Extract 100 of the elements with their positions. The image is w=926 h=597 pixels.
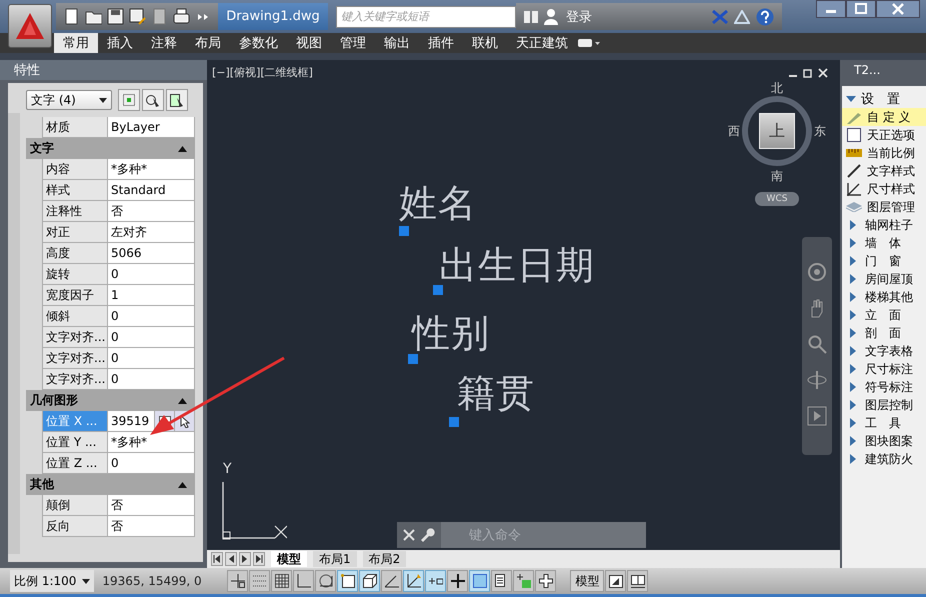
object-snap-toggle[interactable] bbox=[337, 570, 358, 592]
ribbon-tab[interactable]: 插入 bbox=[98, 33, 142, 53]
category-item[interactable]: 尺寸标注 bbox=[842, 360, 926, 378]
collapse-button[interactable] bbox=[178, 398, 187, 404]
help-icon[interactable] bbox=[756, 8, 774, 26]
category-item[interactable]: 房间屋顶 bbox=[842, 270, 926, 288]
property-label[interactable]: 位置 Z ... bbox=[42, 453, 108, 474]
minimize-button[interactable] bbox=[816, 0, 846, 18]
category-item[interactable]: 剖 面 bbox=[842, 324, 926, 342]
ribbon-tab[interactable]: 插件 bbox=[419, 33, 463, 53]
layout-tab[interactable]: 布局1 bbox=[313, 551, 357, 567]
triangle-icon[interactable] bbox=[734, 10, 750, 24]
selection-cycling-toggle[interactable] bbox=[513, 570, 534, 592]
tool-item[interactable]: 自 定 义 bbox=[842, 108, 926, 126]
command-input-field[interactable]: 键入命令 bbox=[441, 522, 646, 548]
printer-button[interactable] bbox=[172, 8, 190, 26]
ribbon-tab[interactable]: 天正建筑 bbox=[507, 33, 577, 53]
property-label[interactable]: 文字对齐... bbox=[42, 327, 108, 348]
category-item[interactable]: 墙 体 bbox=[842, 234, 926, 252]
property-label[interactable]: 对正 bbox=[42, 222, 108, 243]
transparency-toggle[interactable] bbox=[469, 570, 490, 592]
ribbon-tab[interactable]: 视图 bbox=[287, 33, 331, 53]
snap-toggle[interactable] bbox=[227, 570, 248, 592]
ribbon-tab[interactable]: 布局 bbox=[186, 33, 230, 53]
tool-item[interactable]: 图层管理 bbox=[842, 198, 926, 216]
ribbon-tab[interactable]: 参数化 bbox=[230, 33, 287, 53]
property-label[interactable]: 注释性 bbox=[42, 201, 108, 222]
category-item[interactable]: 符号标注 bbox=[842, 378, 926, 396]
category-item[interactable]: 立 面 bbox=[842, 306, 926, 324]
viewcube-face[interactable]: 上 bbox=[759, 113, 795, 149]
ribbon-tab[interactable]: 常用 bbox=[54, 33, 98, 53]
tool-item[interactable]: 尺寸样式 bbox=[842, 180, 926, 198]
tab-scroll-button[interactable] bbox=[211, 552, 223, 566]
property-label[interactable]: 材质 bbox=[42, 117, 108, 138]
model-space-button[interactable]: 模型 bbox=[570, 570, 604, 592]
property-label[interactable]: 文字对齐... bbox=[42, 369, 108, 390]
zoom-button[interactable] bbox=[806, 333, 828, 355]
tab-scroll-button[interactable] bbox=[253, 552, 265, 566]
property-label[interactable]: 文字对齐... bbox=[42, 348, 108, 369]
tool-item[interactable]: 文字样式 bbox=[842, 162, 926, 180]
grip-handle[interactable] bbox=[399, 226, 409, 236]
quick-select-button[interactable] bbox=[142, 89, 164, 111]
property-label[interactable]: 位置 Y ... bbox=[42, 432, 108, 453]
maximize-button[interactable] bbox=[846, 0, 876, 18]
save-as-button[interactable] bbox=[128, 8, 146, 26]
split-view-button[interactable] bbox=[627, 570, 648, 592]
toggle-pickadd-button[interactable] bbox=[166, 89, 188, 111]
property-value-field[interactable]: 39519 bbox=[108, 411, 154, 431]
login-button[interactable]: 登录 bbox=[564, 8, 594, 26]
category-item[interactable]: 轴网柱子 bbox=[842, 216, 926, 234]
tab-scroll-button[interactable] bbox=[239, 552, 251, 566]
drawing-text[interactable]: 出生日期 bbox=[439, 240, 595, 291]
selection-dropdown[interactable]: 文字 (4) bbox=[26, 90, 112, 110]
lineweight-toggle[interactable] bbox=[447, 570, 468, 592]
ribbon-tab[interactable]: 输出 bbox=[375, 33, 419, 53]
settings-button[interactable] bbox=[421, 528, 435, 542]
search-field[interactable]: 键入关键字或短语 bbox=[336, 6, 516, 28]
property-label[interactable]: 内容 bbox=[42, 159, 108, 180]
dynamic-input-toggle[interactable] bbox=[425, 570, 446, 592]
grip-handle[interactable] bbox=[449, 417, 459, 427]
orbit-button[interactable] bbox=[806, 369, 828, 391]
collapse-button[interactable] bbox=[178, 146, 187, 152]
property-label[interactable]: 颠倒 bbox=[42, 495, 108, 516]
object-tracking-toggle[interactable] bbox=[381, 570, 402, 592]
ribbon-tab[interactable]: 注释 bbox=[142, 33, 186, 53]
ribbon-tab[interactable]: 联机 bbox=[463, 33, 507, 53]
category-item[interactable]: 建筑防火 bbox=[842, 450, 926, 468]
property-label[interactable]: 旋转 bbox=[42, 264, 108, 285]
polar-toggle[interactable] bbox=[315, 570, 336, 592]
viewport-label[interactable]: [−][俯视][二维线框] bbox=[207, 60, 313, 79]
select-objects-button[interactable] bbox=[118, 89, 140, 111]
category-item[interactable]: 楼梯其他 bbox=[842, 288, 926, 306]
dot-grid-toggle[interactable] bbox=[249, 570, 270, 592]
steering-wheel-button[interactable] bbox=[806, 261, 828, 283]
property-label[interactable]: 高度 bbox=[42, 243, 108, 264]
category-item[interactable]: 图层控制 bbox=[842, 396, 926, 414]
palette-section[interactable]: 设 置 bbox=[842, 90, 926, 108]
3d-object-snap-toggle[interactable] bbox=[359, 570, 380, 592]
close-button[interactable] bbox=[876, 0, 920, 18]
property-label[interactable]: 反向 bbox=[42, 516, 108, 537]
tool-item[interactable]: 天正选项 bbox=[842, 126, 926, 144]
tab-scroll-button[interactable] bbox=[225, 552, 237, 566]
save-button[interactable] bbox=[106, 8, 124, 26]
layout-tab[interactable]: 布局2 bbox=[362, 551, 406, 567]
ortho-toggle[interactable] bbox=[293, 570, 314, 592]
property-label[interactable]: 样式 bbox=[42, 180, 108, 201]
grip-handle[interactable] bbox=[408, 354, 418, 364]
layout-tab[interactable]: 模型 bbox=[271, 551, 307, 567]
annotation-monitor-toggle[interactable] bbox=[535, 570, 556, 592]
drawing-text[interactable]: 性别 bbox=[412, 308, 490, 359]
category-item[interactable]: 门 窗 bbox=[842, 252, 926, 270]
scrollbar[interactable] bbox=[8, 113, 20, 554]
grid-toggle[interactable] bbox=[271, 570, 292, 592]
drawing-text[interactable]: 籍贯 bbox=[457, 368, 535, 419]
drawing-text[interactable]: 姓名 bbox=[399, 178, 477, 229]
play-button[interactable] bbox=[806, 405, 828, 427]
layout-viewport-button[interactable] bbox=[605, 570, 626, 592]
tool-item[interactable]: 当前比例 bbox=[842, 144, 926, 162]
binoculars-icon[interactable] bbox=[524, 10, 538, 22]
grip-handle[interactable] bbox=[433, 285, 443, 295]
